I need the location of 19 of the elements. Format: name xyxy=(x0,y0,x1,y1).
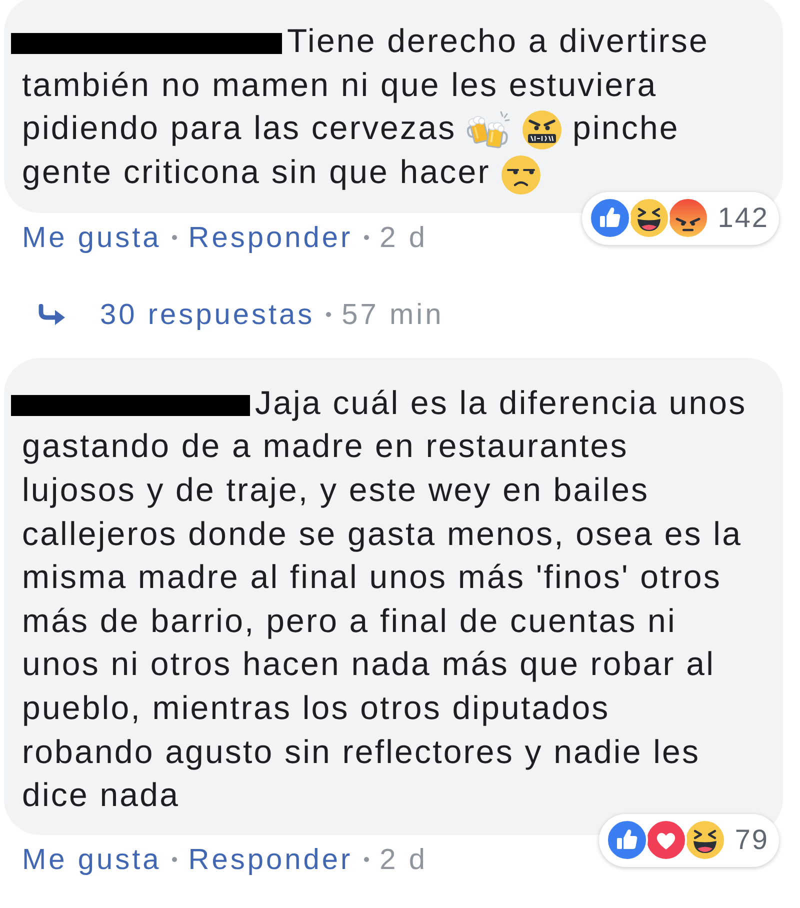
replies-link[interactable]: 30 respuestas xyxy=(100,298,315,331)
laughing-face-icon xyxy=(628,197,670,240)
beer-mugs-icon xyxy=(466,110,511,150)
cursing-face-icon xyxy=(522,110,562,150)
reactions-button[interactable]: 79 xyxy=(598,814,779,867)
timestamp[interactable]: 2 d xyxy=(380,222,428,254)
reply-link[interactable]: Responder xyxy=(188,844,353,876)
timestamp[interactable]: 2 d xyxy=(380,844,428,876)
reply-arrow-icon xyxy=(37,304,66,326)
like-link[interactable]: Me gusta xyxy=(22,222,162,254)
thumbs-up-icon xyxy=(606,819,648,862)
unamused-face-icon xyxy=(501,154,542,195)
angry-face-icon xyxy=(666,197,709,240)
reply-time: 57 min xyxy=(342,298,444,331)
thumbs-up-icon xyxy=(588,197,631,240)
reactions-button[interactable]: 142 xyxy=(582,192,779,245)
reply-link[interactable]: Responder xyxy=(188,222,353,254)
like-link[interactable]: Me gusta xyxy=(22,844,162,876)
laughing-face-icon xyxy=(684,819,726,862)
